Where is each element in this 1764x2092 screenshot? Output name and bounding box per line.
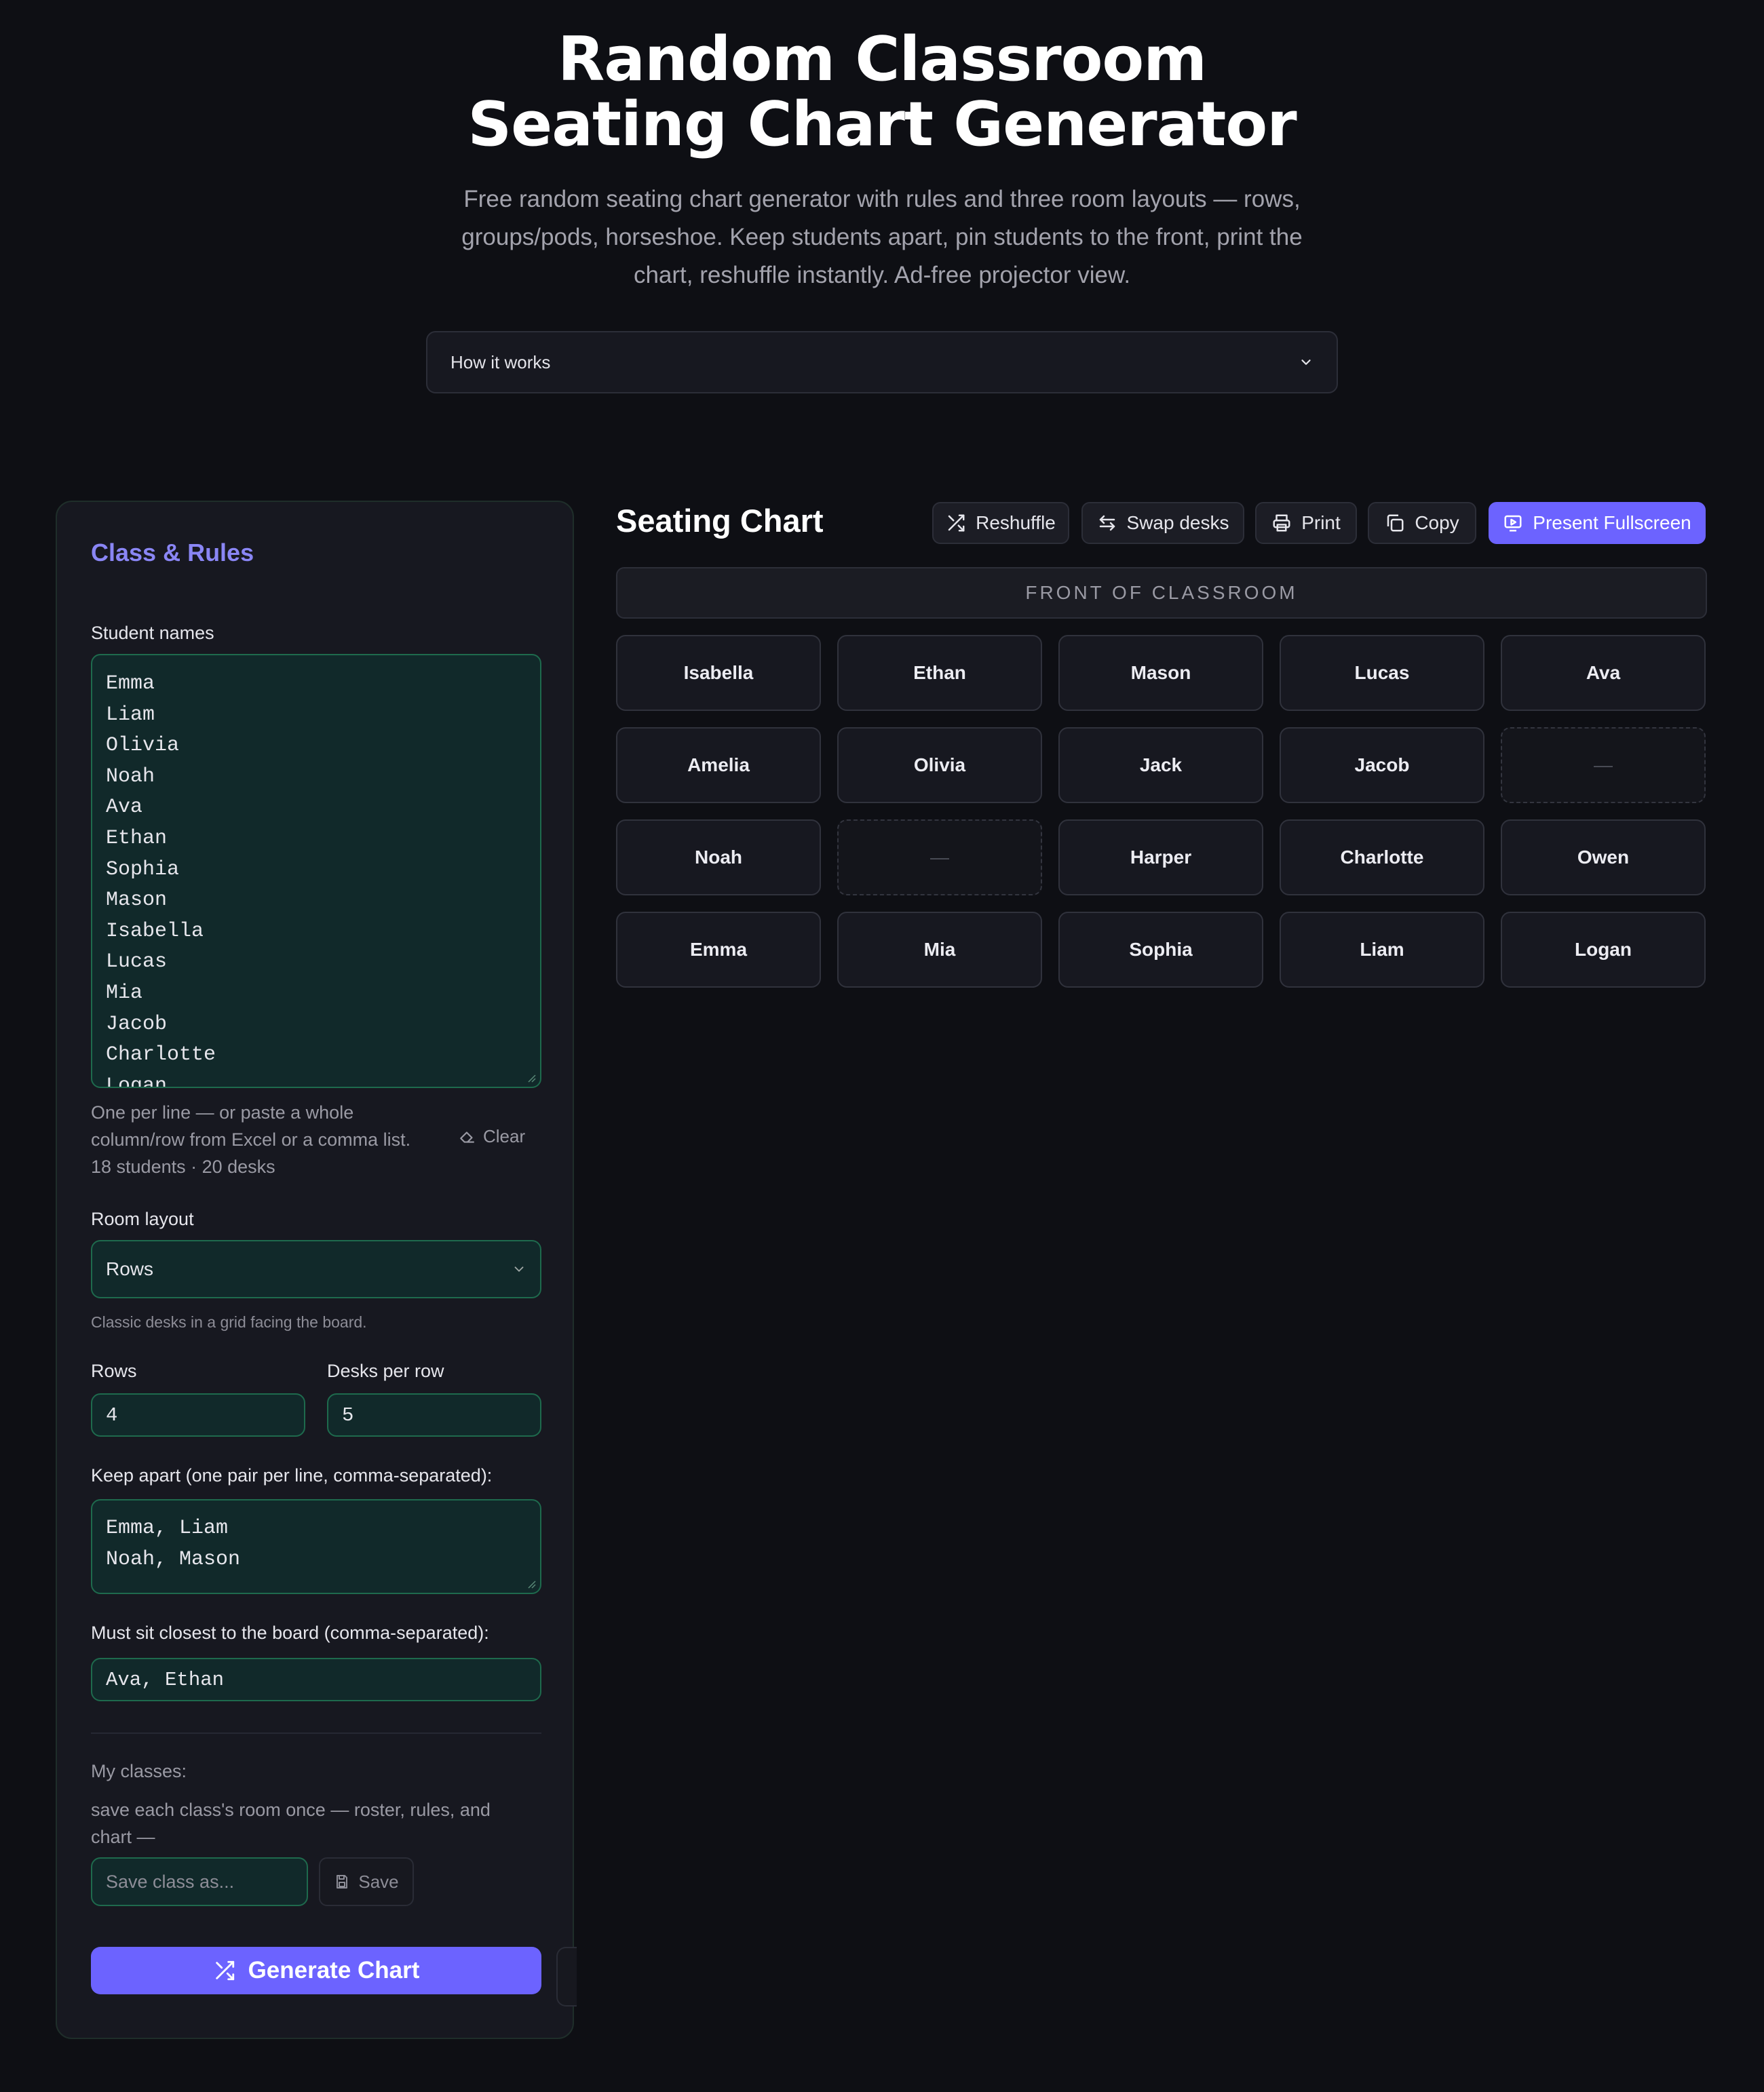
save-icon — [337, 1875, 348, 1888]
page-title-line2: Seating Chart Generator — [467, 89, 1297, 160]
present-fullscreen-button[interactable]: Present Fullscreen — [1489, 502, 1706, 544]
rows-input[interactable]: 4 — [91, 1393, 305, 1437]
student-name-line: Ava — [106, 796, 143, 819]
swap-desks-label: Swap desks — [1126, 512, 1229, 533]
desks-per-row-label: Desks per row — [327, 1361, 444, 1381]
desk[interactable]: Jacob — [1280, 727, 1484, 803]
reshuffle-label: Reshuffle — [976, 512, 1056, 533]
save-button[interactable]: Save — [319, 1857, 414, 1906]
student-desk-count: 18 students · 20 desks — [91, 1157, 275, 1177]
names-hint-line2: column/row from Excel or a comma list. — [91, 1129, 411, 1150]
desk[interactable]: Lucas — [1280, 635, 1484, 711]
page-subtitle: Free random seating chart generator with… — [461, 186, 1303, 288]
my-classes-label: My classes: — [91, 1761, 187, 1781]
present-fullscreen-label: Present Fullscreen — [1533, 512, 1691, 533]
room-layout-value: Rows — [106, 1258, 154, 1279]
desk[interactable]: Mia — [837, 912, 1042, 988]
keep-apart-line: Noah, Mason — [106, 1548, 241, 1571]
room-layout-label: Room layout — [91, 1209, 194, 1229]
page-title: Random Classroom Seating Chart Generator — [0, 27, 1764, 157]
clear-button[interactable]: Clear — [459, 1126, 525, 1147]
desk[interactable]: Sophia — [1058, 912, 1263, 988]
seating-chart-title: Seating Chart — [616, 503, 824, 539]
student-name-line: Ethan — [106, 826, 168, 850]
my-classes-hint: save each class's room once — roster, ru… — [91, 1800, 491, 1847]
student-name-line: Olivia — [106, 734, 180, 758]
desk[interactable]: Charlotte — [1280, 819, 1484, 895]
print-button[interactable]: Print — [1255, 502, 1357, 544]
desk[interactable]: Amelia — [616, 727, 821, 803]
presentation-icon — [1504, 515, 1522, 532]
page-title-line1: Random Classroom — [557, 24, 1207, 95]
desks-per-row-input[interactable]: 5 — [327, 1393, 541, 1437]
desk[interactable]: Harper — [1058, 819, 1263, 895]
copy-label: Copy — [1415, 512, 1459, 533]
student-name-line: Mason — [106, 889, 168, 912]
eraser-icon — [460, 1131, 474, 1143]
student-name-line: Logan — [106, 1074, 168, 1088]
front-input[interactable]: Ava, Ethan — [91, 1658, 541, 1701]
reshuffle-button[interactable]: Reshuffle — [932, 502, 1069, 544]
copy-button[interactable]: Copy — [1368, 502, 1476, 544]
side-tab-handle[interactable] — [556, 1947, 577, 2007]
chevron-down-icon — [1301, 360, 1311, 365]
shuffle-icon — [948, 514, 965, 532]
desk[interactable]: Liam — [1280, 912, 1484, 988]
student-name-line: Jacob — [106, 1012, 168, 1036]
chevron-down-icon — [514, 1266, 524, 1273]
desk[interactable]: Owen — [1501, 819, 1706, 895]
empty-desk[interactable]: — — [1501, 727, 1706, 803]
empty-desk[interactable]: — — [837, 819, 1042, 895]
student-name-line: Emma — [106, 672, 155, 695]
student-name-line: Noah — [106, 764, 155, 788]
desk[interactable]: Olivia — [837, 727, 1042, 803]
resize-grip-icon[interactable] — [526, 1073, 536, 1083]
desk[interactable]: Mason — [1058, 635, 1263, 711]
swap-icon — [1099, 515, 1115, 531]
generate-chart-button[interactable]: Generate Chart — [91, 1947, 541, 1994]
desk[interactable]: Emma — [616, 912, 821, 988]
names-hint-line1: One per line — or paste a whole — [91, 1102, 354, 1123]
generate-chart-label: Generate Chart — [248, 1957, 420, 1983]
student-name-line: Charlotte — [106, 1043, 216, 1067]
desk[interactable]: Noah — [616, 819, 821, 895]
student-names-label: Student names — [91, 623, 214, 643]
desk[interactable]: Ava — [1501, 635, 1706, 711]
class-rules-panel: Class & Rules Student names Emma Liam Oliv… — [56, 501, 574, 2039]
save-class-input[interactable]: Save class as... — [91, 1857, 308, 1906]
swap-desks-button[interactable]: Swap desks — [1081, 502, 1244, 544]
student-name-line: Lucas — [106, 950, 168, 974]
how-it-works-accordion[interactable]: How it works — [426, 331, 1338, 393]
student-names-textarea[interactable]: Emma Liam Olivia Noah Ava Ethan Sophia Mason Isa… — [91, 654, 541, 1088]
shuffle-icon — [215, 1960, 234, 1981]
student-name-line: Isabella — [106, 919, 204, 943]
desk[interactable]: Isabella — [616, 635, 821, 711]
copy-icon — [1387, 514, 1404, 532]
room-layout-hint: Classic desks in a grid facing the board… — [91, 1313, 367, 1331]
desk[interactable]: Ethan — [837, 635, 1042, 711]
room-layout-select[interactable]: Rows — [91, 1240, 541, 1298]
student-name-line: Liam — [106, 703, 155, 727]
student-name-line: Sophia — [106, 857, 180, 881]
resize-grip-icon[interactable] — [526, 1579, 536, 1589]
keep-apart-textarea[interactable]: Emma, Liam Noah, Mason — [91, 1499, 541, 1594]
front-label: Must sit closest to the board (comma-sep… — [91, 1623, 489, 1643]
keep-apart-label: Keep apart (one pair per line, comma-sep… — [91, 1465, 493, 1486]
rows-label: Rows — [91, 1361, 137, 1381]
save-label: Save — [358, 1871, 399, 1892]
front-of-classroom-banner: FRONT OF CLASSROOM — [616, 567, 1707, 619]
hero: Random Classroom Seating Chart Generator… — [0, 27, 1764, 294]
divider — [91, 1732, 541, 1734]
desk[interactable]: Jack — [1058, 727, 1263, 803]
printer-icon — [1273, 514, 1290, 532]
desk[interactable]: Logan — [1501, 912, 1706, 988]
how-it-works-label: How it works — [450, 351, 551, 372]
panel-title: Class & Rules — [91, 539, 254, 566]
print-label: Print — [1301, 512, 1341, 533]
keep-apart-line: Emma, Liam — [106, 1517, 229, 1540]
student-name-line: Mia — [106, 981, 143, 1005]
clear-label: Clear — [483, 1126, 526, 1146]
